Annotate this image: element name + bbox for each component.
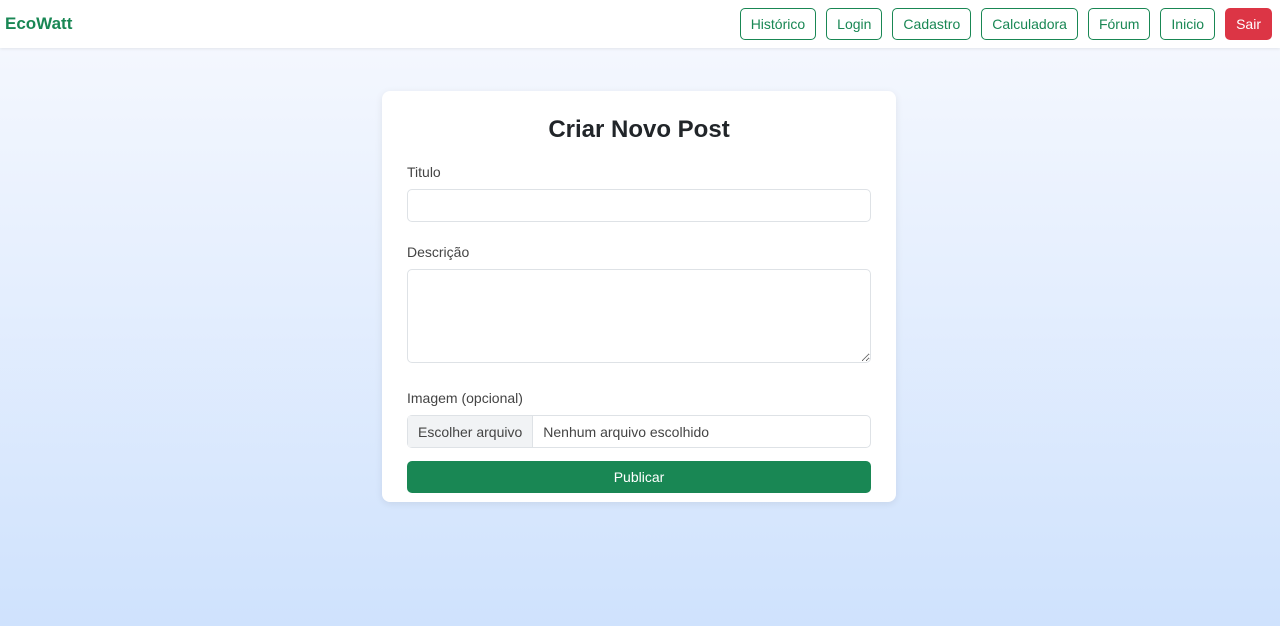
page-title: Criar Novo Post bbox=[548, 116, 730, 143]
new-post-card: Criar Novo Post Titulo Descrição Imagem … bbox=[382, 91, 896, 502]
nav-links: Histórico Login Cadastro Calculadora Fór… bbox=[739, 8, 1272, 40]
nav-cadastro[interactable]: Cadastro bbox=[892, 8, 972, 40]
description-label: Descrição bbox=[407, 244, 470, 260]
title-label: Titulo bbox=[407, 164, 441, 180]
nav-forum[interactable]: Fórum bbox=[1087, 8, 1151, 40]
nav-inicio[interactable]: Inicio bbox=[1160, 8, 1216, 40]
brand-logo[interactable]: EcoWatt bbox=[5, 14, 72, 34]
logout-button[interactable]: Sair bbox=[1225, 8, 1272, 40]
nav-calculadora[interactable]: Calculadora bbox=[981, 8, 1078, 40]
nav-login[interactable]: Login bbox=[826, 8, 883, 40]
image-label: Imagem (opcional) bbox=[407, 390, 523, 406]
nav-historico[interactable]: Histórico bbox=[739, 8, 817, 40]
navbar: EcoWatt Histórico Login Cadastro Calcula… bbox=[0, 0, 1280, 48]
publish-button[interactable]: Publicar bbox=[407, 461, 871, 493]
file-status: Nenhum arquivo escolhido bbox=[543, 423, 710, 440]
description-textarea[interactable] bbox=[407, 269, 871, 363]
title-input[interactable] bbox=[407, 189, 871, 222]
choose-file-button[interactable]: Escolher arquivo bbox=[408, 416, 534, 447]
image-file-input[interactable]: Escolher arquivo Nenhum arquivo escolhid… bbox=[407, 415, 871, 448]
